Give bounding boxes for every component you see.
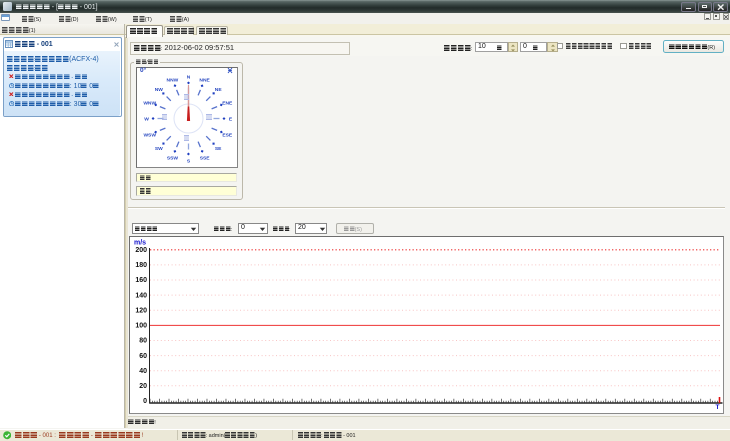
svg-text:SSW: SSW bbox=[166, 155, 178, 161]
svg-text:S: S bbox=[186, 158, 190, 164]
svg-text:NW: NW bbox=[154, 86, 163, 92]
svg-text:ENE: ENE bbox=[222, 100, 233, 106]
svg-text:80: 80 bbox=[139, 338, 147, 345]
svg-text:W: W bbox=[144, 116, 149, 122]
svg-text:180: 180 bbox=[135, 262, 147, 269]
svg-text:E: E bbox=[228, 116, 232, 122]
svg-text:WSW: WSW bbox=[143, 132, 156, 138]
svg-text:SE: SE bbox=[214, 146, 221, 152]
svg-text:NE: NE bbox=[214, 86, 222, 92]
svg-text:0: 0 bbox=[143, 398, 147, 405]
svg-text:200: 200 bbox=[135, 247, 147, 254]
svg-text:m/s: m/s bbox=[134, 240, 146, 247]
svg-text:60: 60 bbox=[139, 353, 147, 360]
svg-text:SSE: SSE bbox=[199, 155, 210, 161]
svg-text:SW: SW bbox=[154, 146, 162, 152]
svg-text:120: 120 bbox=[135, 307, 147, 314]
svg-text:NNE: NNE bbox=[199, 77, 210, 83]
svg-text:160: 160 bbox=[135, 277, 147, 284]
svg-text:N: N bbox=[186, 74, 190, 80]
svg-text:ESE: ESE bbox=[222, 132, 233, 138]
svg-text:100: 100 bbox=[135, 323, 147, 330]
svg-text:40: 40 bbox=[139, 368, 147, 375]
svg-text:140: 140 bbox=[135, 292, 147, 299]
svg-text:NNW: NNW bbox=[166, 77, 178, 83]
svg-text:20: 20 bbox=[139, 383, 147, 390]
svg-text:WNW: WNW bbox=[143, 100, 156, 106]
